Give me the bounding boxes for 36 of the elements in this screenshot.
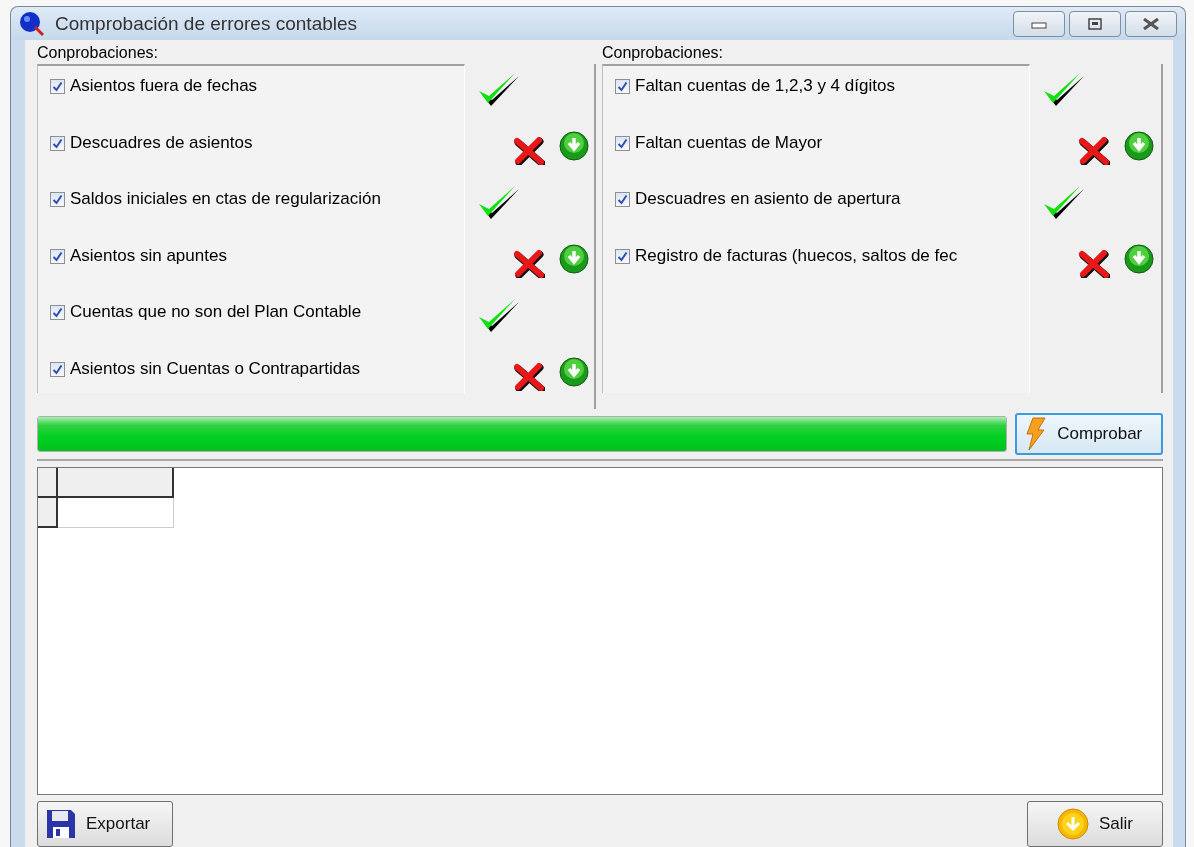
group-label: Conprobaciones: [602,43,724,63]
app-icon [19,10,45,37]
lightning-icon [1025,417,1048,451]
grid-cell[interactable] [58,498,174,528]
export-button[interactable]: Exportar [37,801,173,847]
grid-row-header [38,498,58,528]
check-label: Asientos fuera de fechas [70,76,258,96]
check-label: Registro de facturas (huecos, saltos de fec [635,245,958,266]
minimize-button[interactable] [1013,10,1065,37]
checkbox[interactable] [50,79,65,94]
window-title: Comprobación de errores contables [55,12,359,35]
maximize-button[interactable] [1069,10,1121,37]
checkbox[interactable] [615,248,630,264]
grid-corner-cell [38,468,58,498]
checkbox[interactable] [615,135,630,151]
check-label: Faltan cuentas de 1,2,3 y 4 dígitos [635,76,895,96]
checkbox[interactable] [50,192,65,207]
exit-button[interactable]: Salir [1027,801,1163,847]
check-label: Descuadres en asiento de apertura [635,189,901,209]
checkbox[interactable] [615,192,630,207]
close-button[interactable] [1125,10,1177,37]
check-label: Descuadres de asientos [70,132,253,153]
checkbox[interactable] [615,79,630,94]
checkbox[interactable] [50,305,65,320]
checkbox[interactable] [50,135,65,151]
close-icon [1142,17,1160,30]
maximize-icon [1088,17,1102,30]
check-label: Saldos iniciales en ctas de regularización [70,189,381,209]
check-label: Asientos sin Cuentas o Contrapartidas [70,358,361,379]
check-label: Faltan cuentas de Mayor [635,132,823,153]
checkbox[interactable] [50,248,65,264]
check-button[interactable]: Comprobar [1015,413,1163,455]
checkbox[interactable] [50,361,65,377]
check-label: Asientos sin apuntes [70,245,227,266]
group-label: Conprobaciones: [37,43,159,63]
check-label: Cuentas que no son del Plan Contable [70,302,362,322]
